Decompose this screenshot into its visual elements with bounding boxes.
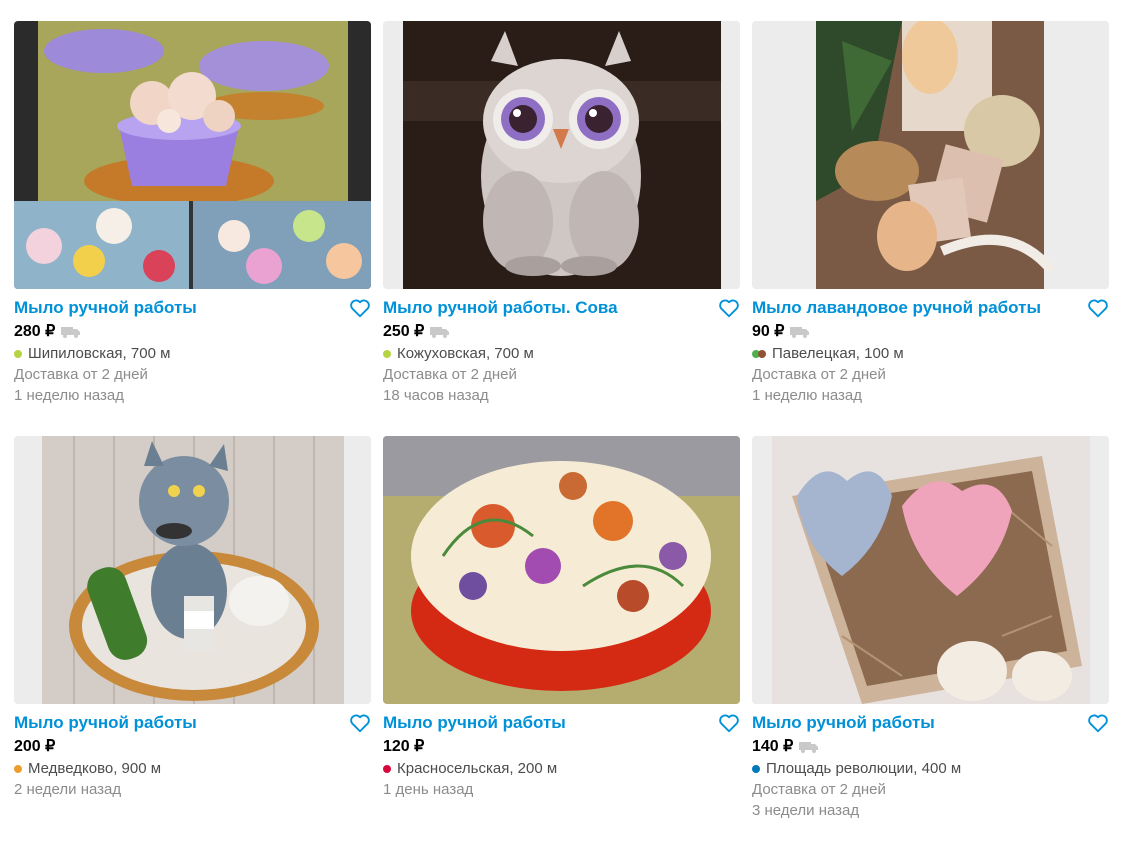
owl-soap-image [383, 21, 740, 289]
listing-price: 120 ₽ [383, 738, 425, 755]
listing-price: 250 ₽ [383, 323, 425, 340]
delivery-info: Доставка от 2 дней [752, 366, 886, 383]
listing-title[interactable]: Мыло ручной работы [14, 712, 371, 734]
metro-label: Кожуховская, 700 м [397, 345, 534, 362]
delivery-truck-icon [799, 742, 819, 753]
wolf-soap-image [14, 436, 371, 704]
heart-favorite-icon[interactable] [718, 712, 740, 734]
listing-card[interactable]: Мыло ручной работы 140 ₽ Площадь революц… [752, 436, 1109, 851]
metro-station: Кожуховская, 700 м [383, 343, 740, 364]
round-floral-soap-image [383, 436, 740, 704]
listing-photo[interactable] [14, 21, 371, 289]
listing-price: 200 ₽ [14, 738, 56, 755]
metro-label: Медведково, 900 м [28, 760, 162, 777]
posted-time: 2 недели назад [14, 781, 122, 798]
metro-line-dot [383, 764, 391, 773]
metro-station: Шипиловская, 700 м [14, 343, 371, 364]
listing-card[interactable]: Мыло ручной работы 120 ₽ Красносельская,… [383, 436, 740, 851]
metro-station: Красносельская, 200 м [383, 758, 740, 779]
listing-card[interactable]: Мыло ручной работы 280 ₽ Шипиловская, 70… [14, 21, 371, 436]
listing-photo[interactable] [383, 436, 740, 704]
listing-photo[interactable] [752, 436, 1109, 704]
listing-photo[interactable] [383, 21, 740, 289]
listing-photo[interactable] [752, 21, 1109, 289]
metro-line-dot [752, 764, 760, 773]
listing-title[interactable]: Мыло лавандовое ручной работы [752, 297, 1109, 319]
cups-soap-image [14, 21, 371, 289]
listings-grid: Мыло ручной работы 280 ₽ Шипиловская, 70… [14, 21, 1109, 851]
posted-time: 18 часов назад [383, 387, 489, 404]
lavender-soap-image [752, 21, 1109, 289]
metro-label: Павелецкая, 100 м [772, 345, 904, 362]
metro-station: Площадь революции, 400 м [752, 758, 1109, 779]
delivery-truck-icon [790, 327, 810, 338]
heart-favorite-icon[interactable] [718, 297, 740, 319]
metro-station: Павелецкая, 100 м [752, 343, 1109, 364]
heart-soap-image [752, 436, 1109, 704]
posted-time: 1 неделю назад [14, 387, 125, 404]
delivery-info: Доставка от 2 дней [14, 366, 148, 383]
delivery-info: Доставка от 2 дней [383, 366, 517, 383]
metro-line-dot [14, 349, 22, 358]
posted-time: 1 неделю назад [752, 387, 863, 404]
listing-card[interactable]: Мыло ручной работы. Сова 250 ₽ Кожуховск… [383, 21, 740, 436]
metro-label: Площадь революции, 400 м [766, 760, 962, 777]
listing-title[interactable]: Мыло ручной работы [752, 712, 1109, 734]
metro-line-dot [758, 349, 766, 358]
delivery-truck-icon [61, 327, 81, 338]
listing-title[interactable]: Мыло ручной работы [383, 712, 740, 734]
listing-title[interactable]: Мыло ручной работы. Сова [383, 297, 740, 319]
metro-station: Медведково, 900 м [14, 758, 371, 779]
metro-line-dot [383, 349, 391, 358]
heart-favorite-icon[interactable] [349, 297, 371, 319]
listing-card[interactable]: Мыло лавандовое ручной работы 90 ₽ Павел… [752, 21, 1109, 436]
listing-price: 90 ₽ [752, 323, 785, 340]
listing-price: 280 ₽ [14, 323, 56, 340]
metro-line-dot [14, 764, 22, 773]
metro-label: Красносельская, 200 м [397, 760, 558, 777]
listing-card[interactable]: Мыло ручной работы 200 ₽ Медведково, 900… [14, 436, 371, 851]
heart-favorite-icon[interactable] [349, 712, 371, 734]
listing-title[interactable]: Мыло ручной работы [14, 297, 371, 319]
listing-price: 140 ₽ [752, 738, 794, 755]
delivery-truck-icon [430, 327, 450, 338]
delivery-info: Доставка от 2 дней [752, 781, 886, 798]
posted-time: 3 недели назад [752, 802, 860, 819]
metro-label: Шипиловская, 700 м [28, 345, 171, 362]
posted-time: 1 день назад [383, 781, 474, 798]
listing-photo[interactable] [14, 436, 371, 704]
heart-favorite-icon[interactable] [1087, 712, 1109, 734]
metro-line-dots [752, 349, 766, 358]
heart-favorite-icon[interactable] [1087, 297, 1109, 319]
